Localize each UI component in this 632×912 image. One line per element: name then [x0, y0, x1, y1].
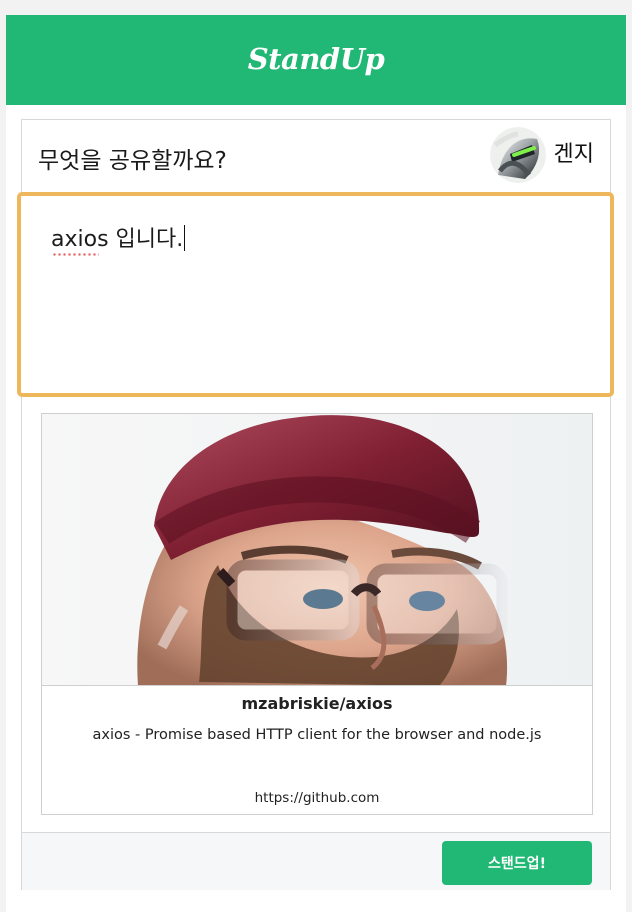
text-caret — [184, 225, 186, 251]
share-composer: 무엇을 공유할까요? 겐지 axios 입니다. mzabriskie/axio… — [17, 119, 614, 890]
share-text-value[interactable]: axios 입니다. — [51, 225, 186, 255]
standup-submit-button[interactable]: 스탠드업! — [442, 841, 592, 885]
composer-header: 무엇을 공유할까요? 겐지 — [22, 120, 612, 196]
composer-footer: 스탠드업! — [22, 832, 610, 890]
share-textarea[interactable]: axios 입니다. — [17, 192, 614, 397]
preview-description: axios - Promise based HTTP client for th… — [92, 727, 542, 743]
app-window: StandUp 무엇을 공유할까요? 겐지 axios 입니다. mzabris… — [6, 15, 626, 912]
brand-logo: StandUp — [247, 42, 385, 76]
share-text-content: axios 입니다. — [51, 227, 184, 252]
app-header: StandUp — [6, 15, 626, 105]
preview-photo-icon — [42, 414, 592, 686]
preview-url[interactable]: https://github.com — [42, 790, 592, 806]
page: StandUp 무엇을 공유할까요? 겐지 axios 입니다. mzabris… — [0, 0, 632, 912]
link-preview-card[interactable]: mzabriskie/axios axios - Promise based H… — [41, 413, 593, 815]
preview-title: mzabriskie/axios — [241, 694, 393, 713]
user-avatar-icon — [489, 127, 546, 183]
user-name: 겐지 — [553, 142, 594, 167]
spellcheck-underline — [52, 253, 99, 256]
composer-prompt: 무엇을 공유할까요? — [38, 148, 227, 174]
current-user: 겐지 — [489, 127, 594, 183]
